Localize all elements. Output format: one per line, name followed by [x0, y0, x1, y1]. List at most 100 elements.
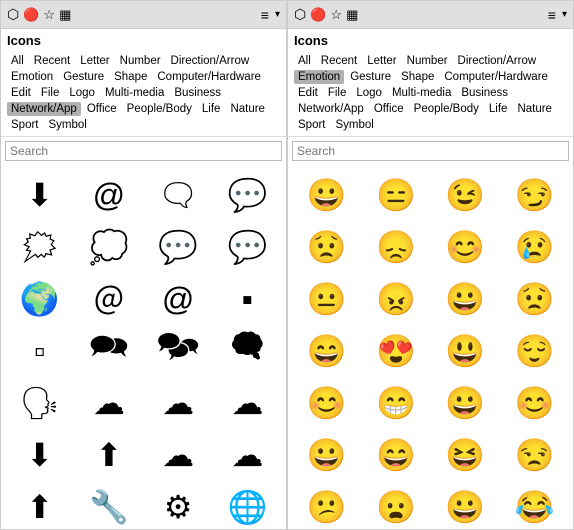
category-direction-arrow[interactable]: Direction/Arrow — [454, 54, 541, 68]
star-icon[interactable]: ☆ — [43, 7, 55, 23]
icon-cell[interactable]: 😀 — [431, 377, 500, 429]
category-emotion[interactable]: Emotion — [7, 70, 57, 84]
icon-cell[interactable]: 😄 — [361, 429, 430, 481]
category-multi-media[interactable]: Multi-media — [101, 86, 168, 100]
search-input[interactable] — [292, 141, 569, 161]
icon-cell[interactable]: 💬 — [213, 221, 282, 273]
icon-cell[interactable]: 💬 — [213, 169, 282, 221]
icon-cell[interactable]: 🗪 — [74, 325, 143, 377]
icon-cell[interactable]: ☁ — [144, 429, 213, 481]
icon-cell[interactable]: 😆 — [431, 429, 500, 481]
category-file[interactable]: File — [37, 86, 64, 100]
category-computer-hardware[interactable]: Computer/Hardware — [440, 70, 552, 84]
category-letter[interactable]: Letter — [363, 54, 400, 68]
icon-cell[interactable]: ▫ — [5, 325, 74, 377]
category-logo[interactable]: Logo — [352, 86, 386, 100]
icon-cell[interactable]: 🗨 — [144, 169, 213, 221]
category-gesture[interactable]: Gesture — [346, 70, 395, 84]
category-business[interactable]: Business — [170, 86, 225, 100]
icon-cell[interactable]: ⬆ — [74, 429, 143, 481]
category-life[interactable]: Life — [485, 102, 512, 116]
category-people-body[interactable]: People/Body — [123, 102, 196, 116]
icon-cell[interactable]: @ — [144, 273, 213, 325]
category-sport[interactable]: Sport — [7, 118, 43, 132]
icon-cell[interactable]: 😂 — [500, 481, 569, 529]
menu-icon[interactable]: ≡ — [548, 7, 556, 23]
icon-cell[interactable]: 😠 — [361, 273, 430, 325]
category-emotion[interactable]: Emotion — [294, 70, 344, 84]
category-life[interactable]: Life — [198, 102, 225, 116]
icon-cell[interactable]: 😢 — [500, 221, 569, 273]
icon-cell[interactable]: 😄 — [292, 325, 361, 377]
category-all[interactable]: All — [7, 54, 28, 68]
category-letter[interactable]: Letter — [76, 54, 113, 68]
icon-cell[interactable]: 😀 — [292, 429, 361, 481]
icon-cell[interactable]: 😀 — [292, 169, 361, 221]
icon-cell[interactable]: ⬆ — [5, 481, 74, 529]
icon-cell[interactable]: 😟 — [292, 221, 361, 273]
icon-cell[interactable]: ▪ — [213, 273, 282, 325]
icon-cell[interactable]: 😀 — [431, 481, 500, 529]
icon-cell[interactable]: 😊 — [431, 221, 500, 273]
icon-cell[interactable]: 🗫 — [144, 325, 213, 377]
category-nature[interactable]: Nature — [226, 102, 269, 116]
icon-cell[interactable]: 😉 — [431, 169, 500, 221]
icon-cell[interactable]: 😀 — [431, 273, 500, 325]
category-recent[interactable]: Recent — [317, 54, 361, 68]
category-network-app[interactable]: Network/App — [294, 102, 368, 116]
category-people-body[interactable]: People/Body — [410, 102, 483, 116]
icon-cell[interactable]: 😌 — [500, 325, 569, 377]
icon-cell[interactable]: 🗣 — [5, 377, 74, 429]
icon-cell[interactable]: 🌐 — [213, 481, 282, 529]
icon-cell[interactable]: 🗯 — [5, 221, 74, 273]
icon-cell[interactable]: ⬇ — [5, 429, 74, 481]
category-multi-media[interactable]: Multi-media — [388, 86, 455, 100]
category-business[interactable]: Business — [457, 86, 512, 100]
dropdown-icon[interactable]: ▾ — [562, 9, 567, 20]
grid-icon[interactable]: ▦ — [346, 7, 358, 23]
icon-cell[interactable]: 😦 — [361, 481, 430, 529]
category-office[interactable]: Office — [370, 102, 408, 116]
category-number[interactable]: Number — [116, 54, 165, 68]
icon-cell[interactable]: 😊 — [500, 377, 569, 429]
category-file[interactable]: File — [324, 86, 351, 100]
icon-cell[interactable]: ＠ — [74, 273, 143, 325]
category-edit[interactable]: Edit — [294, 86, 322, 100]
category-logo[interactable]: Logo — [65, 86, 99, 100]
icon-cell[interactable]: 😁 — [361, 377, 430, 429]
category-sport[interactable]: Sport — [294, 118, 330, 132]
icon-cell[interactable]: 😐 — [292, 273, 361, 325]
category-number[interactable]: Number — [403, 54, 452, 68]
icon-cell[interactable]: @ — [74, 169, 143, 221]
category-recent[interactable]: Recent — [30, 54, 74, 68]
category-network-app[interactable]: Network/App — [7, 102, 81, 116]
category-edit[interactable]: Edit — [7, 86, 35, 100]
icon-cell[interactable]: 😟 — [500, 273, 569, 325]
category-symbol[interactable]: Symbol — [45, 118, 91, 132]
category-gesture[interactable]: Gesture — [59, 70, 108, 84]
category-shape[interactable]: Shape — [397, 70, 438, 84]
dropdown-icon[interactable]: ▾ — [275, 9, 280, 20]
icon-cell[interactable]: ☁ — [213, 429, 282, 481]
icon-cell[interactable]: 😕 — [292, 481, 361, 529]
grid-icon[interactable]: ▦ — [59, 7, 71, 23]
icon-cell[interactable]: 😒 — [500, 429, 569, 481]
category-all[interactable]: All — [294, 54, 315, 68]
search-input[interactable] — [5, 141, 282, 161]
icon-cell[interactable]: ☁ — [213, 377, 282, 429]
icon-cell[interactable]: 😞 — [361, 221, 430, 273]
category-office[interactable]: Office — [83, 102, 121, 116]
category-symbol[interactable]: Symbol — [332, 118, 378, 132]
icon-cell[interactable]: 🌍 — [5, 273, 74, 325]
icon-cell[interactable]: 😃 — [431, 325, 500, 377]
icon-cell[interactable]: 😏 — [500, 169, 569, 221]
star-icon[interactable]: ☆ — [330, 7, 342, 23]
icon-cell[interactable]: 🗬 — [213, 325, 282, 377]
icon-cell[interactable]: ⚙ — [144, 481, 213, 529]
category-shape[interactable]: Shape — [110, 70, 151, 84]
icon-cell[interactable]: 💭 — [74, 221, 143, 273]
category-nature[interactable]: Nature — [513, 102, 556, 116]
icon-cell[interactable]: 💬 — [144, 221, 213, 273]
menu-icon[interactable]: ≡ — [261, 7, 269, 23]
category-direction-arrow[interactable]: Direction/Arrow — [167, 54, 254, 68]
